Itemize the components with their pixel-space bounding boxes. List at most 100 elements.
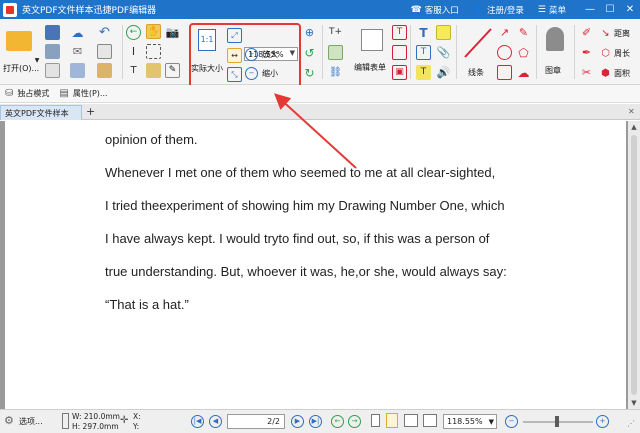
ribbon-separator bbox=[574, 25, 575, 79]
title-bar: 英文PDF文件样本迅捷PDF编辑器 ☎ 客服入口 👤 注册/登录 ☰ 菜单 — … bbox=[0, 0, 640, 19]
save-icon[interactable] bbox=[45, 25, 60, 40]
callout-icon[interactable] bbox=[436, 25, 451, 40]
close-tab-icon[interactable]: ✕ bbox=[628, 107, 638, 117]
document-line: true understanding. But, whoever it was,… bbox=[105, 264, 507, 279]
single-page-icon[interactable] bbox=[371, 414, 380, 427]
menu-button[interactable]: ☰ 菜单 bbox=[538, 4, 566, 16]
continuous-page-icon[interactable] bbox=[386, 413, 398, 428]
undo-icon[interactable]: ↶ bbox=[97, 25, 112, 40]
perimeter-button[interactable]: ⬡ 周长 bbox=[598, 46, 638, 61]
document-line: opinion of them. bbox=[105, 132, 198, 147]
typewriter-icon[interactable]: T bbox=[416, 25, 431, 40]
page-number-input[interactable]: 2/2 bbox=[227, 414, 285, 429]
minimize-button[interactable]: — bbox=[580, 0, 600, 19]
add-text-field-icon[interactable]: T+ bbox=[328, 25, 343, 40]
image-tool-icon[interactable] bbox=[146, 63, 161, 78]
resize-grip-icon[interactable]: ⋰ bbox=[627, 419, 635, 428]
continuous-facing-icon[interactable] bbox=[423, 414, 437, 427]
customer-service-label: 客服入口 bbox=[424, 5, 459, 16]
print-icon[interactable] bbox=[45, 44, 60, 59]
area-button[interactable]: ⬢ 面积 bbox=[598, 66, 638, 81]
previous-page-icon[interactable]: ◀ bbox=[209, 415, 222, 428]
stamp-button[interactable]: 图章 bbox=[540, 25, 570, 83]
line-button[interactable]: 线条 bbox=[460, 25, 496, 83]
go-back-icon[interactable]: ← bbox=[331, 415, 344, 428]
page-size-icon bbox=[62, 413, 69, 429]
document-viewer[interactable]: opinion of them. Whenever I met one of t… bbox=[0, 121, 640, 409]
ribbon-separator bbox=[122, 25, 123, 79]
first-page-icon[interactable]: |◀ bbox=[191, 415, 204, 428]
facing-pages-icon[interactable] bbox=[404, 414, 418, 427]
properties-button[interactable]: 属性(P)... bbox=[73, 88, 108, 99]
link-icon[interactable]: ⛓ bbox=[328, 65, 343, 80]
go-forward-icon[interactable]: → bbox=[348, 415, 361, 428]
sound-icon[interactable]: 🔊 bbox=[436, 65, 451, 80]
customer-service-link[interactable]: ☎ 客服入口 bbox=[411, 4, 459, 16]
menu-label: 菜单 bbox=[548, 5, 566, 16]
zoom-in-icon[interactable]: + bbox=[596, 415, 609, 428]
eraser-icon[interactable]: ✐ bbox=[579, 25, 594, 40]
add-tab-button[interactable]: + bbox=[86, 106, 97, 117]
attachment-icon[interactable]: 📎 bbox=[436, 45, 451, 60]
text-tool-icon[interactable]: T bbox=[126, 63, 141, 78]
ribbon-toolbar: 打开(O)... ▼ ☁ ✉ ↶ ← ✋ 📷 I T ✎ 1:1 实际大小 ⤢ … bbox=[0, 19, 640, 85]
solo-mode-button[interactable]: 独占模式 bbox=[17, 88, 49, 99]
close-button[interactable]: ✕ bbox=[620, 0, 640, 19]
document-icon[interactable] bbox=[45, 63, 60, 78]
status-zoom-value: 118.55% bbox=[447, 417, 483, 426]
options-button[interactable]: 选项... bbox=[19, 416, 43, 427]
open-button[interactable]: 打开(O)... bbox=[3, 29, 39, 81]
rotate-left-icon[interactable]: ↺ bbox=[302, 45, 317, 60]
next-page-icon[interactable]: ▶ bbox=[291, 415, 304, 428]
tab-document[interactable]: 英文PDF文件样本 bbox=[0, 105, 82, 120]
mail-icon[interactable]: ✉ bbox=[70, 44, 85, 59]
rotate-right-icon[interactable]: ↻ bbox=[302, 65, 317, 80]
insert-image-icon[interactable] bbox=[328, 45, 343, 60]
checkbox-field-icon[interactable]: ▣ bbox=[392, 65, 407, 80]
rectangle-shape-icon[interactable] bbox=[497, 65, 512, 80]
area-icon: ⬢ bbox=[601, 67, 610, 79]
open-dropdown-icon[interactable]: ▼ bbox=[33, 56, 41, 64]
scrollbar-thumb[interactable] bbox=[631, 135, 637, 395]
select-text-icon[interactable]: I bbox=[126, 44, 141, 59]
scroll-down-icon[interactable]: ▼ bbox=[630, 399, 638, 407]
form-field-icon[interactable] bbox=[392, 45, 407, 60]
last-page-icon[interactable]: ▶| bbox=[309, 415, 322, 428]
hand-tool-icon[interactable]: ✋ bbox=[146, 24, 161, 39]
distance-button[interactable]: ↘ 距离 bbox=[598, 26, 638, 41]
edit-object-icon[interactable]: ✎ bbox=[165, 63, 180, 78]
zoom-tool-icon[interactable]: ⊕ bbox=[302, 25, 317, 40]
zoom-group-highlight bbox=[189, 23, 301, 91]
solo-mode-icon: ⛁ bbox=[5, 88, 14, 99]
scroll-up-icon[interactable]: ▲ bbox=[630, 123, 638, 131]
back-icon[interactable]: ← bbox=[126, 25, 141, 40]
pen-icon[interactable]: ✒ bbox=[579, 45, 594, 60]
select-area-icon[interactable] bbox=[146, 44, 161, 59]
maximize-button[interactable]: ☐ bbox=[600, 0, 620, 19]
zoom-out-icon[interactable]: − bbox=[505, 415, 518, 428]
text-box-tool-icon[interactable]: T bbox=[416, 45, 431, 60]
circle-shape-icon[interactable] bbox=[497, 45, 512, 60]
highlight-text-icon[interactable]: T bbox=[416, 65, 431, 80]
scan-icon[interactable] bbox=[70, 63, 85, 78]
polygon-shape-icon[interactable]: ⬠ bbox=[516, 45, 531, 60]
vertical-scrollbar[interactable]: ▲ ▼ bbox=[628, 121, 640, 409]
paste-icon[interactable] bbox=[97, 63, 112, 78]
shape-tool-icon[interactable]: ✂ bbox=[579, 65, 594, 80]
tab-document-label: 英文PDF文件样本 bbox=[5, 108, 69, 118]
copy-icon[interactable] bbox=[97, 44, 112, 59]
edit-form-button[interactable]: 编辑表单 bbox=[352, 27, 392, 79]
properties-icon: ▤ bbox=[59, 88, 69, 99]
camera-icon[interactable]: 📷 bbox=[165, 25, 180, 40]
text-box-icon[interactable]: T bbox=[392, 25, 407, 40]
perimeter-label: 周长 bbox=[614, 49, 630, 58]
area-label: 面积 bbox=[614, 69, 630, 78]
zoom-slider-handle[interactable] bbox=[555, 416, 559, 427]
status-zoom-select[interactable]: 118.55% ▼ bbox=[443, 414, 497, 429]
cloud-shape-icon[interactable]: ☁ bbox=[516, 65, 531, 80]
login-link[interactable]: 👤 注册/登录 bbox=[473, 4, 524, 16]
options-icon[interactable]: ⚙ bbox=[4, 414, 14, 427]
pencil-icon[interactable]: ✎ bbox=[516, 25, 531, 40]
cloud-upload-icon[interactable]: ☁ bbox=[70, 25, 85, 40]
arrow-shape-icon[interactable]: ↗ bbox=[497, 25, 512, 40]
